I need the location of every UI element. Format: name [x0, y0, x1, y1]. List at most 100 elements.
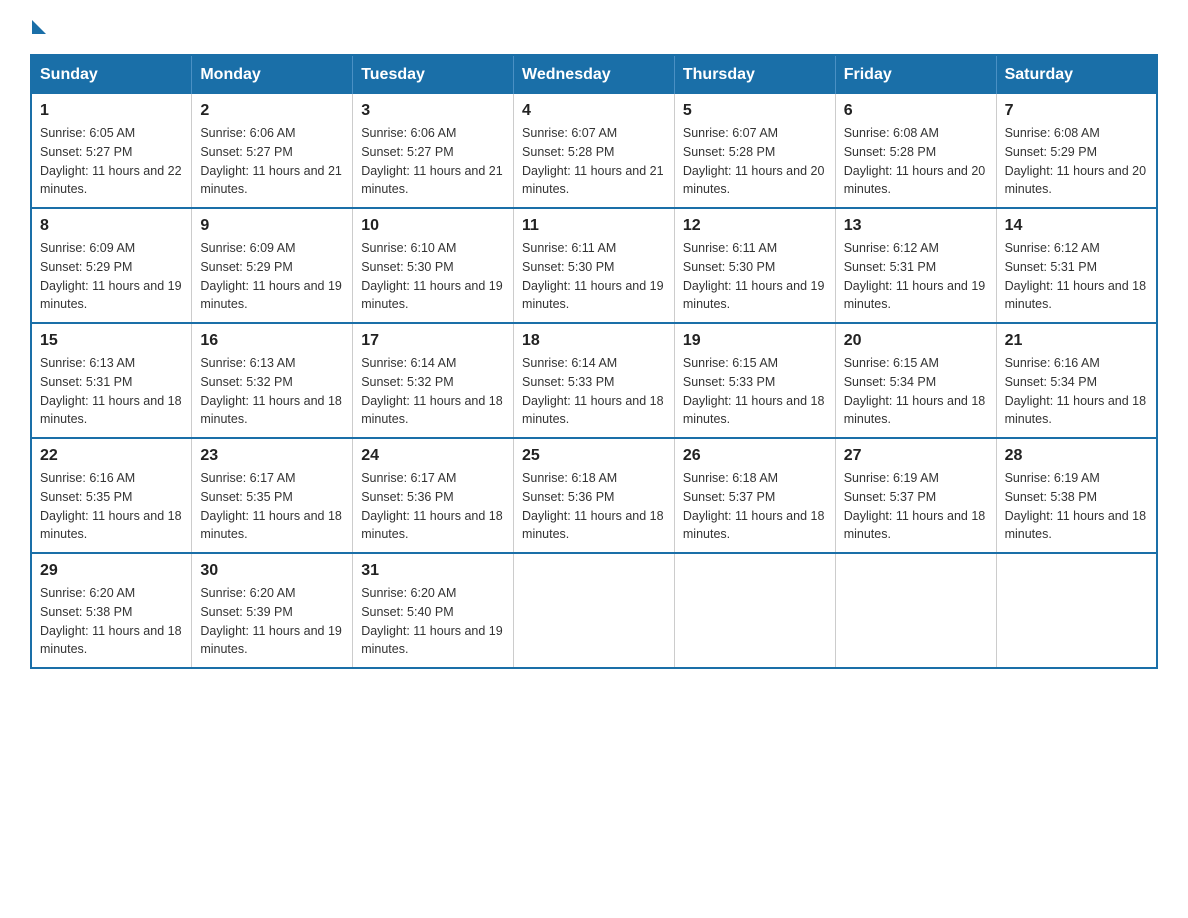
calendar-day-cell: 28 Sunrise: 6:19 AMSunset: 5:38 PMDayligh…: [996, 438, 1157, 553]
calendar-day-cell: 23 Sunrise: 6:17 AMSunset: 5:35 PMDayligh…: [192, 438, 353, 553]
day-info: Sunrise: 6:13 AMSunset: 5:31 PMDaylight:…: [40, 354, 183, 429]
day-number: 6: [844, 102, 988, 120]
day-number: 21: [1005, 332, 1148, 350]
day-info: Sunrise: 6:12 AMSunset: 5:31 PMDaylight:…: [844, 239, 988, 314]
calendar-day-cell: 31 Sunrise: 6:20 AMSunset: 5:40 PMDayligh…: [353, 553, 514, 668]
page-header: [30, 20, 1158, 34]
day-info: Sunrise: 6:08 AMSunset: 5:28 PMDaylight:…: [844, 124, 988, 199]
day-info: Sunrise: 6:10 AMSunset: 5:30 PMDaylight:…: [361, 239, 505, 314]
day-number: 1: [40, 102, 183, 120]
day-info: Sunrise: 6:14 AMSunset: 5:33 PMDaylight:…: [522, 354, 666, 429]
calendar-day-cell: 30Sunrise: 6:20 AMSunset: 5:39 PMDayligh…: [192, 553, 353, 668]
day-number: 28: [1005, 447, 1148, 465]
calendar-day-cell: 16 Sunrise: 6:13 AMSunset: 5:32 PMDayligh…: [192, 323, 353, 438]
calendar-day-header: Monday: [192, 55, 353, 94]
day-number: 31: [361, 562, 505, 580]
calendar-day-cell: 9Sunrise: 6:09 AMSunset: 5:29 PMDaylight…: [192, 208, 353, 323]
day-number: 26: [683, 447, 827, 465]
day-number: 14: [1005, 217, 1148, 235]
calendar-day-header: Sunday: [31, 55, 192, 94]
day-info: Sunrise: 6:18 AMSunset: 5:37 PMDaylight:…: [683, 469, 827, 544]
day-info: Sunrise: 6:15 AMSunset: 5:34 PMDaylight:…: [844, 354, 988, 429]
calendar-table: SundayMondayTuesdayWednesdayThursdayFrid…: [30, 54, 1158, 669]
calendar-day-cell: 21 Sunrise: 6:16 AMSunset: 5:34 PMDayligh…: [996, 323, 1157, 438]
day-number: 2: [200, 102, 344, 120]
calendar-header-row: SundayMondayTuesdayWednesdayThursdayFrid…: [31, 55, 1157, 94]
calendar-day-header: Friday: [835, 55, 996, 94]
calendar-day-cell: 22 Sunrise: 6:16 AMSunset: 5:35 PMDayligh…: [31, 438, 192, 553]
day-number: 20: [844, 332, 988, 350]
day-number: 4: [522, 102, 666, 120]
calendar-day-header: Thursday: [674, 55, 835, 94]
calendar-day-cell: 24 Sunrise: 6:17 AMSunset: 5:36 PMDayligh…: [353, 438, 514, 553]
day-info: Sunrise: 6:09 AMSunset: 5:29 PMDaylight:…: [40, 239, 183, 314]
day-number: 25: [522, 447, 666, 465]
day-number: 24: [361, 447, 505, 465]
day-info: Sunrise: 6:15 AMSunset: 5:33 PMDaylight:…: [683, 354, 827, 429]
day-number: 15: [40, 332, 183, 350]
calendar-day-cell: 20 Sunrise: 6:15 AMSunset: 5:34 PMDayligh…: [835, 323, 996, 438]
calendar-day-cell: 8 Sunrise: 6:09 AMSunset: 5:29 PMDaylight…: [31, 208, 192, 323]
calendar-day-cell: 12 Sunrise: 6:11 AMSunset: 5:30 PMDayligh…: [674, 208, 835, 323]
calendar-day-cell: 5Sunrise: 6:07 AMSunset: 5:28 PMDaylight…: [674, 94, 835, 208]
calendar-day-cell: [674, 553, 835, 668]
day-info: Sunrise: 6:11 AMSunset: 5:30 PMDaylight:…: [683, 239, 827, 314]
day-info: Sunrise: 6:19 AMSunset: 5:37 PMDaylight:…: [844, 469, 988, 544]
day-info: Sunrise: 6:16 AMSunset: 5:34 PMDaylight:…: [1005, 354, 1148, 429]
calendar-week-row: 22 Sunrise: 6:16 AMSunset: 5:35 PMDayligh…: [31, 438, 1157, 553]
day-info: Sunrise: 6:05 AMSunset: 5:27 PMDaylight:…: [40, 124, 183, 199]
day-info: Sunrise: 6:13 AMSunset: 5:32 PMDaylight:…: [200, 354, 344, 429]
day-number: 17: [361, 332, 505, 350]
calendar-day-cell: 25 Sunrise: 6:18 AMSunset: 5:36 PMDayligh…: [514, 438, 675, 553]
day-info: Sunrise: 6:19 AMSunset: 5:38 PMDaylight:…: [1005, 469, 1148, 544]
day-number: 23: [200, 447, 344, 465]
calendar-day-cell: 26 Sunrise: 6:18 AMSunset: 5:37 PMDayligh…: [674, 438, 835, 553]
calendar-day-cell: [514, 553, 675, 668]
calendar-week-row: 8 Sunrise: 6:09 AMSunset: 5:29 PMDaylight…: [31, 208, 1157, 323]
calendar-day-cell: 1 Sunrise: 6:05 AMSunset: 5:27 PMDaylight…: [31, 94, 192, 208]
day-number: 13: [844, 217, 988, 235]
calendar-day-cell: [835, 553, 996, 668]
calendar-day-cell: [996, 553, 1157, 668]
day-number: 8: [40, 217, 183, 235]
calendar-day-cell: 29 Sunrise: 6:20 AMSunset: 5:38 PMDayligh…: [31, 553, 192, 668]
day-number: 7: [1005, 102, 1148, 120]
calendar-week-row: 1 Sunrise: 6:05 AMSunset: 5:27 PMDaylight…: [31, 94, 1157, 208]
day-number: 22: [40, 447, 183, 465]
day-number: 19: [683, 332, 827, 350]
day-info: Sunrise: 6:18 AMSunset: 5:36 PMDaylight:…: [522, 469, 666, 544]
calendar-day-cell: 10 Sunrise: 6:10 AMSunset: 5:30 PMDayligh…: [353, 208, 514, 323]
calendar-day-header: Wednesday: [514, 55, 675, 94]
day-number: 29: [40, 562, 183, 580]
calendar-day-cell: 2Sunrise: 6:06 AMSunset: 5:27 PMDaylight…: [192, 94, 353, 208]
day-info: Sunrise: 6:08 AMSunset: 5:29 PMDaylight:…: [1005, 124, 1148, 199]
day-info: Sunrise: 6:06 AMSunset: 5:27 PMDaylight:…: [361, 124, 505, 199]
calendar-day-cell: 4 Sunrise: 6:07 AMSunset: 5:28 PMDaylight…: [514, 94, 675, 208]
day-number: 3: [361, 102, 505, 120]
calendar-week-row: 29 Sunrise: 6:20 AMSunset: 5:38 PMDayligh…: [31, 553, 1157, 668]
day-info: Sunrise: 6:11 AMSunset: 5:30 PMDaylight:…: [522, 239, 666, 314]
day-info: Sunrise: 6:09 AMSunset: 5:29 PMDaylight:…: [200, 239, 344, 314]
calendar-day-cell: 19 Sunrise: 6:15 AMSunset: 5:33 PMDayligh…: [674, 323, 835, 438]
calendar-day-cell: 6 Sunrise: 6:08 AMSunset: 5:28 PMDaylight…: [835, 94, 996, 208]
day-number: 12: [683, 217, 827, 235]
day-number: 16: [200, 332, 344, 350]
day-number: 10: [361, 217, 505, 235]
day-info: Sunrise: 6:17 AMSunset: 5:35 PMDaylight:…: [200, 469, 344, 544]
day-info: Sunrise: 6:16 AMSunset: 5:35 PMDaylight:…: [40, 469, 183, 544]
logo-arrow-icon: [32, 20, 46, 34]
calendar-day-header: Tuesday: [353, 55, 514, 94]
logo: [30, 20, 48, 34]
day-info: Sunrise: 6:14 AMSunset: 5:32 PMDaylight:…: [361, 354, 505, 429]
calendar-day-cell: 18Sunrise: 6:14 AMSunset: 5:33 PMDayligh…: [514, 323, 675, 438]
calendar-day-cell: 11Sunrise: 6:11 AMSunset: 5:30 PMDayligh…: [514, 208, 675, 323]
day-info: Sunrise: 6:17 AMSunset: 5:36 PMDaylight:…: [361, 469, 505, 544]
day-info: Sunrise: 6:20 AMSunset: 5:39 PMDaylight:…: [200, 584, 344, 659]
day-info: Sunrise: 6:20 AMSunset: 5:38 PMDaylight:…: [40, 584, 183, 659]
day-info: Sunrise: 6:07 AMSunset: 5:28 PMDaylight:…: [683, 124, 827, 199]
day-info: Sunrise: 6:20 AMSunset: 5:40 PMDaylight:…: [361, 584, 505, 659]
calendar-day-cell: 15 Sunrise: 6:13 AMSunset: 5:31 PMDayligh…: [31, 323, 192, 438]
day-info: Sunrise: 6:07 AMSunset: 5:28 PMDaylight:…: [522, 124, 666, 199]
day-info: Sunrise: 6:12 AMSunset: 5:31 PMDaylight:…: [1005, 239, 1148, 314]
calendar-day-cell: 14 Sunrise: 6:12 AMSunset: 5:31 PMDayligh…: [996, 208, 1157, 323]
